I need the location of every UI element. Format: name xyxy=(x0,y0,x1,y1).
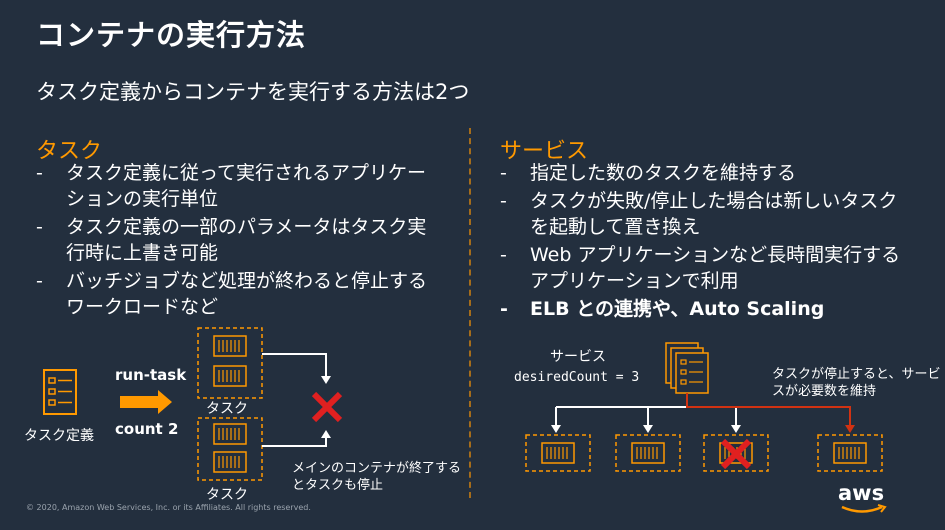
task-bullet: タスク定義に従って実行されるアプリケーションの実行単位 xyxy=(36,160,436,212)
task-definition-icon xyxy=(43,369,77,415)
service-task-2 xyxy=(615,434,681,472)
count-label: count 2 xyxy=(115,420,179,438)
stopped-x-icon xyxy=(311,391,343,423)
slide-title: コンテナの実行方法 xyxy=(36,18,307,52)
run-task-label: run-task xyxy=(115,366,187,384)
task-stop-note: メインのコンテナが終了するとタスクも停止 xyxy=(292,461,462,493)
task-bullet-list: タスク定義に従って実行されるアプリケーションの実行単位 タスク定義の一部のパラメ… xyxy=(36,160,436,322)
desired-count-label: desiredCount = 3 xyxy=(514,370,640,385)
task-label-2: タスク xyxy=(206,487,248,503)
copyright-footer: © 2020, Amazon Web Services, Inc. or its… xyxy=(26,503,311,512)
run-arrow-icon xyxy=(120,390,172,414)
service-replace-note: タスクが停止すると、サービスが必要数を維持 xyxy=(772,367,941,399)
task-box-1 xyxy=(197,327,263,399)
task-box-2 xyxy=(197,417,263,481)
service-diagram-label: サービス xyxy=(550,349,606,365)
stop-arrow-1 xyxy=(262,353,327,382)
service-bullet: タスクが失敗/停止した場合は新しいタスクを起動して置き換え xyxy=(500,188,915,240)
service-diagram xyxy=(525,342,883,472)
aws-logo: aws xyxy=(838,482,898,522)
service-bullet-list: 指定した数のタスクを維持する タスクが失敗/停止した場合は新しいタスクを起動して… xyxy=(500,160,915,324)
task-bullet: バッチジョブなど処理が終わると停止するワークロードなど xyxy=(36,268,436,320)
aws-logo-text: aws xyxy=(838,481,885,505)
service-bullet: Web アプリケーションなど長時間実行するアプリケーションで利用 xyxy=(500,242,915,294)
slide-subtitle: タスク定義からコンテナを実行する方法は2つ xyxy=(36,80,470,104)
stop-arrow-2 xyxy=(262,432,327,447)
task-bullet: タスク定義の一部のパラメータはタスク実行時に上書き可能 xyxy=(36,214,436,266)
service-task-3-failed xyxy=(703,434,769,472)
service-task-new xyxy=(817,434,883,472)
service-task-1 xyxy=(525,434,591,472)
aws-smile-icon xyxy=(841,504,887,513)
task-definition-label: タスク定義 xyxy=(24,428,94,444)
service-icon xyxy=(665,342,709,394)
service-bullet: 指定した数のタスクを維持する xyxy=(500,160,915,186)
service-bullet: ELB との連携や、Auto Scaling xyxy=(500,296,915,322)
task-label-1: タスク xyxy=(206,401,248,417)
